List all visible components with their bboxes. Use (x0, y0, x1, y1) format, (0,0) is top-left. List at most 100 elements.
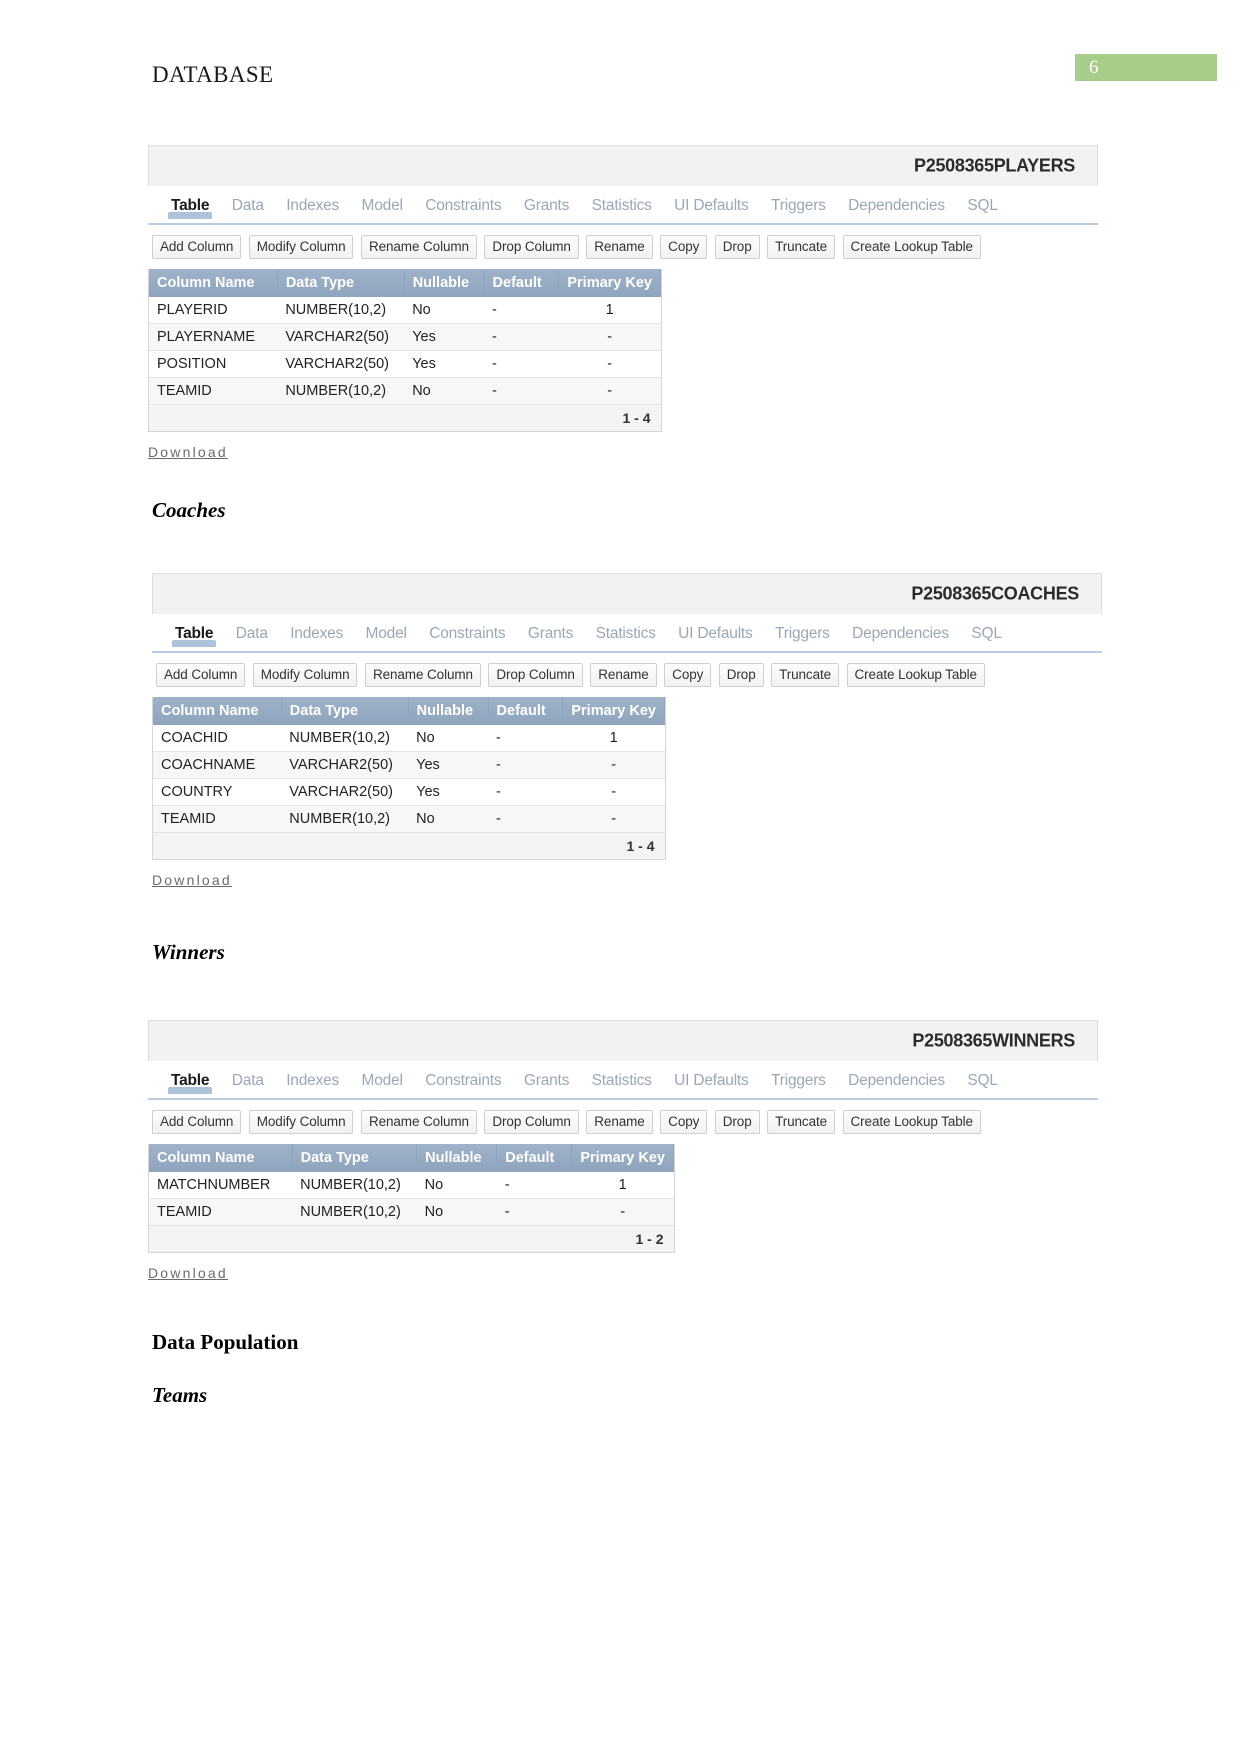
col-header-nullable[interactable]: Nullable (408, 697, 489, 725)
tab-sql[interactable]: SQL (958, 186, 1006, 215)
copy-button[interactable]: Copy (660, 1110, 708, 1134)
tab-sql[interactable]: SQL (958, 1061, 1006, 1090)
cell-column-name: TEAMID (153, 805, 282, 833)
cell-default: - (488, 751, 563, 779)
col-header-column-name[interactable]: Column Name (149, 1144, 293, 1172)
tab-constraints[interactable]: Constraints (416, 1061, 510, 1090)
tab-statistics[interactable]: Statistics (583, 1061, 661, 1090)
col-header-primary-key[interactable]: Primary Key (558, 269, 661, 297)
modify-column-button[interactable]: Modify Column (248, 1110, 354, 1134)
add-column-button[interactable]: Add Column (152, 1110, 242, 1134)
tab-model[interactable]: Model (357, 614, 416, 643)
modify-column-button[interactable]: Modify Column (248, 235, 354, 259)
apex-tab-bar[interactable]: Table Data Indexes Model Constraints Gra… (148, 186, 1098, 225)
tab-model[interactable]: Model (353, 1061, 412, 1090)
tab-triggers[interactable]: Triggers (762, 1061, 835, 1090)
drop-button[interactable]: Drop (714, 235, 760, 259)
rename-button[interactable]: Rename (590, 663, 657, 687)
table-row: TEAMID NUMBER(10,2) No - - (153, 805, 665, 833)
row-range-label: 1 - 4 (149, 404, 661, 431)
tab-statistics[interactable]: Statistics (583, 186, 661, 215)
download-link[interactable]: Download (152, 872, 232, 888)
tab-ui-defaults[interactable]: UI Defaults (665, 186, 757, 215)
cell-default: - (484, 350, 559, 378)
table-header-row: Column Name Data Type Nullable Default P… (153, 697, 665, 725)
col-header-column-name[interactable]: Column Name (149, 269, 278, 297)
apex-tab-bar[interactable]: Table Data Indexes Model Constraints Gra… (148, 1061, 1098, 1100)
col-header-data-type[interactable]: Data Type (292, 1144, 418, 1172)
rename-column-button[interactable]: Rename Column (360, 1110, 477, 1134)
truncate-button[interactable]: Truncate (767, 235, 836, 259)
tab-sql[interactable]: SQL (962, 614, 1010, 643)
col-header-data-type[interactable]: Data Type (277, 269, 405, 297)
tab-grants[interactable]: Grants (515, 1061, 578, 1090)
col-header-default[interactable]: Default (484, 269, 560, 297)
apex-tab-bar[interactable]: Table Data Indexes Model Constraints Gra… (152, 614, 1102, 653)
tab-grants[interactable]: Grants (515, 186, 578, 215)
truncate-button[interactable]: Truncate (767, 1110, 836, 1134)
drop-button[interactable]: Drop (718, 663, 764, 687)
tab-indexes[interactable]: Indexes (281, 614, 352, 643)
tab-indexes[interactable]: Indexes (277, 186, 348, 215)
tab-ui-defaults[interactable]: UI Defaults (669, 614, 761, 643)
table-row: COACHNAME VARCHAR2(50) Yes - - (153, 751, 665, 779)
tab-table[interactable]: Table (162, 186, 218, 219)
row-range-label: 1 - 4 (153, 832, 665, 859)
table-row: COACHID NUMBER(10,2) No - 1 (153, 725, 665, 752)
cell-nullable: No (416, 1172, 497, 1199)
rename-button[interactable]: Rename (586, 1110, 653, 1134)
cell-data-type: VARCHAR2(50) (281, 778, 409, 806)
tab-table[interactable]: Table (162, 1061, 218, 1094)
cell-default: - (496, 1198, 572, 1226)
tab-dependencies[interactable]: Dependencies (839, 1061, 954, 1090)
add-column-button[interactable]: Add Column (152, 235, 242, 259)
col-header-primary-key[interactable]: Primary Key (571, 1144, 674, 1172)
tab-data[interactable]: Data (223, 1061, 273, 1090)
tab-data[interactable]: Data (227, 614, 277, 643)
tab-constraints[interactable]: Constraints (416, 186, 510, 215)
col-header-primary-key[interactable]: Primary Key (562, 697, 665, 725)
cell-data-type: VARCHAR2(50) (281, 751, 409, 779)
tab-statistics[interactable]: Statistics (587, 614, 665, 643)
drop-column-button[interactable]: Drop Column (488, 663, 583, 687)
tab-indexes[interactable]: Indexes (277, 1061, 348, 1090)
cell-default: - (488, 725, 563, 752)
tab-dependencies[interactable]: Dependencies (839, 186, 954, 215)
drop-column-button[interactable]: Drop Column (484, 1110, 579, 1134)
drop-button[interactable]: Drop (714, 1110, 760, 1134)
table-name-label: P2508365WINNERS (912, 1030, 1075, 1051)
rename-column-button[interactable]: Rename Column (364, 663, 481, 687)
cell-nullable: Yes (404, 323, 485, 351)
create-lookup-table-button[interactable]: Create Lookup Table (842, 235, 981, 259)
tab-constraints[interactable]: Constraints (420, 614, 514, 643)
download-link[interactable]: Download (148, 1265, 228, 1281)
tab-grants[interactable]: Grants (519, 614, 582, 643)
tab-ui-defaults[interactable]: UI Defaults (665, 1061, 757, 1090)
rename-button[interactable]: Rename (586, 235, 653, 259)
table-header-row: Column Name Data Type Nullable Default P… (149, 269, 661, 297)
tab-data[interactable]: Data (223, 186, 273, 215)
cell-primary-key: 1 (562, 725, 665, 752)
tab-model[interactable]: Model (353, 186, 412, 215)
tab-dependencies[interactable]: Dependencies (843, 614, 958, 643)
col-header-data-type[interactable]: Data Type (281, 697, 409, 725)
col-header-nullable[interactable]: Nullable (416, 1144, 498, 1172)
download-link[interactable]: Download (148, 444, 228, 460)
col-header-column-name[interactable]: Column Name (153, 697, 282, 725)
copy-button[interactable]: Copy (664, 663, 712, 687)
create-lookup-table-button[interactable]: Create Lookup Table (846, 663, 985, 687)
create-lookup-table-button[interactable]: Create Lookup Table (842, 1110, 981, 1134)
tab-triggers[interactable]: Triggers (766, 614, 839, 643)
tab-table[interactable]: Table (166, 614, 222, 647)
truncate-button[interactable]: Truncate (771, 663, 840, 687)
copy-button[interactable]: Copy (660, 235, 708, 259)
col-header-nullable[interactable]: Nullable (404, 269, 485, 297)
col-header-default[interactable]: Default (488, 697, 564, 725)
table-row: PLAYERNAME VARCHAR2(50) Yes - - (149, 323, 661, 351)
drop-column-button[interactable]: Drop Column (484, 235, 579, 259)
modify-column-button[interactable]: Modify Column (252, 663, 358, 687)
rename-column-button[interactable]: Rename Column (360, 235, 477, 259)
add-column-button[interactable]: Add Column (156, 663, 246, 687)
col-header-default[interactable]: Default (496, 1144, 573, 1172)
tab-triggers[interactable]: Triggers (762, 186, 835, 215)
